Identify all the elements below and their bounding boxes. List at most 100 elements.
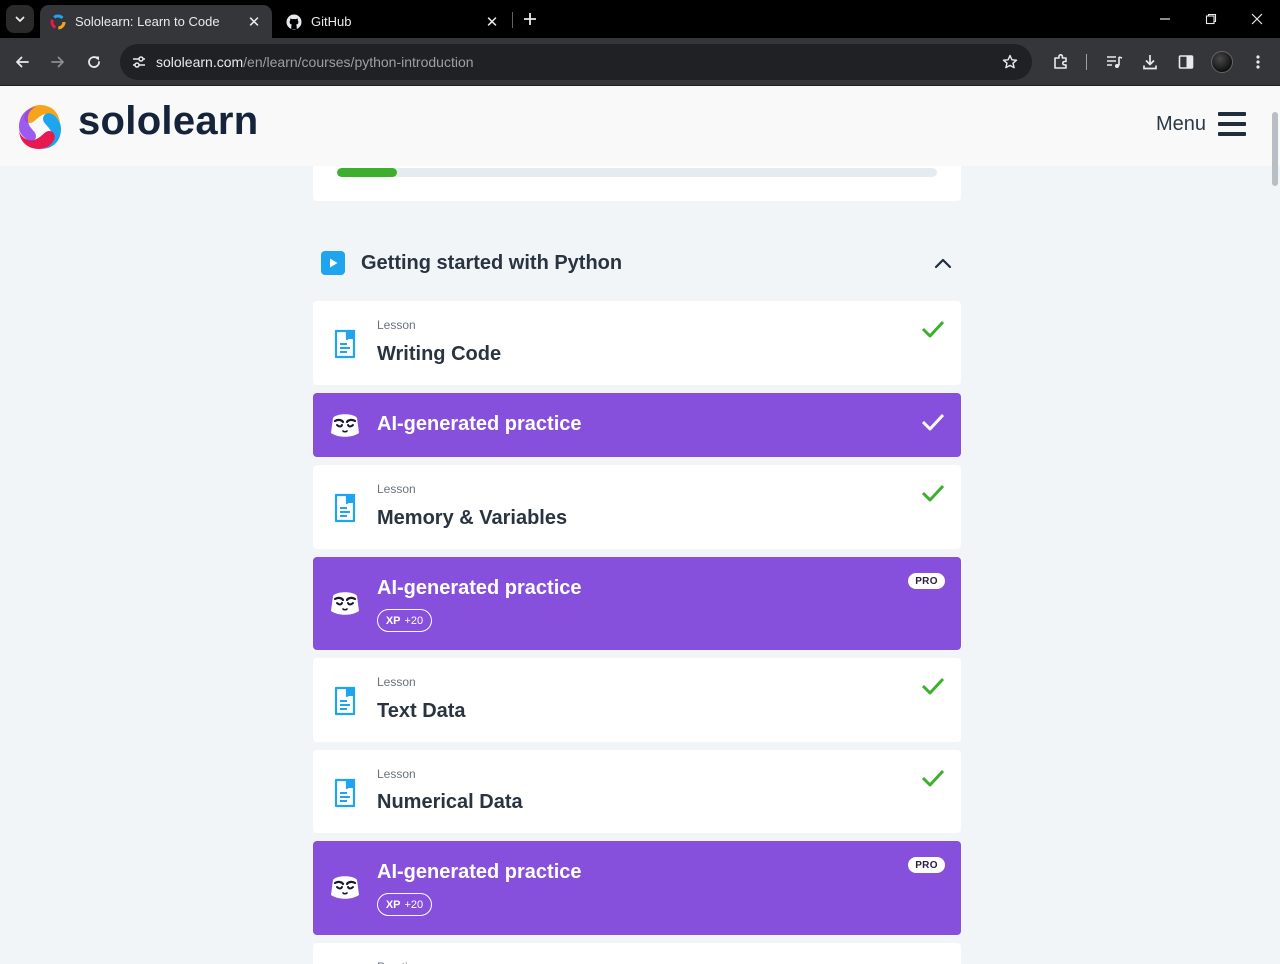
site-header: sololearn Menu xyxy=(0,86,1280,166)
item-kind: Lesson xyxy=(377,318,416,332)
close-tab-icon[interactable]: ✕ xyxy=(246,14,262,31)
tab-github[interactable]: GitHub ✕ xyxy=(276,5,510,38)
chevron-up-icon[interactable] xyxy=(933,253,953,273)
menu-label: Menu xyxy=(1156,112,1207,135)
lesson-row-memory-variables[interactable]: Lesson Memory & Variables xyxy=(313,465,961,549)
toolbar-divider xyxy=(1086,54,1087,70)
course-progress-fill xyxy=(337,168,397,177)
item-name: Writing Code xyxy=(377,343,502,365)
back-button[interactable] xyxy=(8,48,36,76)
item-name: Text Data xyxy=(377,700,466,722)
xp-value: +20 xyxy=(404,898,424,911)
ai-bot-icon xyxy=(331,414,359,437)
xp-label: XP xyxy=(385,614,401,627)
tab-sololearn[interactable]: Sololearn: Learn to Code ✕ xyxy=(40,5,272,38)
restore-button[interactable] xyxy=(1188,0,1234,38)
side-panel-icon xyxy=(1178,55,1194,69)
item-name: AI-generated practice xyxy=(377,577,582,599)
bookmark-button[interactable] xyxy=(998,50,1022,74)
download-icon xyxy=(1143,55,1157,70)
hamburger-icon xyxy=(1218,112,1247,136)
browser-menu-button[interactable] xyxy=(1244,48,1272,76)
restore-icon xyxy=(1205,13,1217,25)
close-tab-icon[interactable]: ✕ xyxy=(484,14,500,31)
lesson-document-icon xyxy=(334,778,356,808)
reload-icon xyxy=(88,56,100,68)
lesson-row-text-data[interactable]: Lesson Text Data xyxy=(313,658,961,742)
extensions-button[interactable] xyxy=(1047,48,1075,76)
tab-search-button[interactable] xyxy=(6,5,34,33)
close-icon xyxy=(1251,13,1263,25)
practice-row-pro-2[interactable]: AI-generated practice XP +20 PRO xyxy=(313,841,961,935)
pro-badge: PRO xyxy=(908,857,945,873)
tab-separator xyxy=(512,12,513,28)
tune-icon xyxy=(133,56,145,68)
url-path: /en/learn/courses/python-introduction xyxy=(243,54,474,70)
more-vertical-icon xyxy=(1256,55,1260,69)
site-menu-button[interactable]: Menu xyxy=(1156,112,1247,136)
new-tab-button[interactable] xyxy=(518,8,542,30)
xp-badge: XP +20 xyxy=(377,609,432,632)
lesson-document-icon xyxy=(334,493,356,523)
page-scrollbar-thumb[interactable] xyxy=(1272,112,1278,186)
chevron-down-icon xyxy=(15,16,25,22)
github-favicon-icon xyxy=(286,14,302,29)
xp-value: +20 xyxy=(404,614,424,627)
tab-title: GitHub xyxy=(311,14,352,29)
puzzle-icon xyxy=(1054,54,1067,69)
address-bar[interactable]: sololearn.com/en/learn/courses/python-in… xyxy=(120,44,1032,80)
lesson-row-writing-code[interactable]: Lesson Writing Code xyxy=(313,301,961,385)
checkmark-icon xyxy=(921,484,945,502)
checkmark-icon xyxy=(921,320,945,338)
minimize-icon xyxy=(1160,18,1170,20)
arrow-right-icon xyxy=(51,56,64,68)
sololearn-favicon-icon xyxy=(50,14,66,29)
lesson-document-icon xyxy=(334,329,356,359)
module-header[interactable]: Getting started with Python xyxy=(313,240,961,286)
item-kind: Lesson xyxy=(377,675,416,689)
browser-tab-strip: Sololearn: Learn to Code ✕ GitHub ✕ xyxy=(0,0,1280,38)
url-host: sololearn.com xyxy=(156,54,244,70)
arrow-left-icon xyxy=(16,56,29,68)
module-title: Getting started with Python xyxy=(361,252,623,274)
pro-badge: PRO xyxy=(908,573,945,589)
site-info-button[interactable] xyxy=(122,44,156,80)
item-name: Numerical Data xyxy=(377,791,523,813)
media-controls-button[interactable] xyxy=(1100,48,1128,76)
forward-button[interactable] xyxy=(44,48,72,76)
ai-bot-icon xyxy=(331,592,359,615)
xp-label: XP xyxy=(385,898,401,911)
plus-icon xyxy=(524,13,536,25)
profile-avatar[interactable] xyxy=(1211,51,1233,73)
course-progress-card xyxy=(313,166,961,201)
practice-row-pro-1[interactable]: AI-generated practice XP +20 PRO xyxy=(313,557,961,650)
minimize-button[interactable] xyxy=(1142,0,1188,38)
tab-title: Sololearn: Learn to Code xyxy=(75,14,220,29)
checkmark-icon xyxy=(921,769,945,787)
reload-button[interactable] xyxy=(80,48,108,76)
queue-music-icon xyxy=(1107,56,1123,68)
browser-toolbar: sololearn.com/en/learn/courses/python-in… xyxy=(0,38,1280,86)
url-text[interactable]: sololearn.com/en/learn/courses/python-in… xyxy=(156,54,474,70)
practice-row-partial[interactable]: Practice xyxy=(313,943,961,964)
close-window-button[interactable] xyxy=(1234,0,1280,38)
xp-badge: XP +20 xyxy=(377,893,432,916)
side-panel-button[interactable] xyxy=(1172,48,1200,76)
brand-wordmark[interactable]: sololearn xyxy=(78,99,259,144)
sololearn-logo-icon[interactable] xyxy=(14,101,66,153)
downloads-button[interactable] xyxy=(1136,48,1164,76)
item-name: AI-generated practice xyxy=(377,413,582,435)
item-kind: Lesson xyxy=(377,482,416,496)
checkmark-icon xyxy=(921,413,945,431)
play-icon xyxy=(321,251,345,275)
item-name: Memory & Variables xyxy=(377,507,568,529)
lesson-document-icon xyxy=(334,686,356,716)
ai-bot-icon xyxy=(331,876,359,899)
item-name: AI-generated practice xyxy=(377,861,582,883)
star-icon xyxy=(1002,54,1018,69)
lesson-row-numerical-data[interactable]: Lesson Numerical Data xyxy=(313,750,961,833)
item-kind: Lesson xyxy=(377,767,416,781)
course-progress-bar xyxy=(337,168,937,177)
practice-row-1[interactable]: AI-generated practice xyxy=(313,393,961,457)
item-kind: Practice xyxy=(377,960,420,964)
